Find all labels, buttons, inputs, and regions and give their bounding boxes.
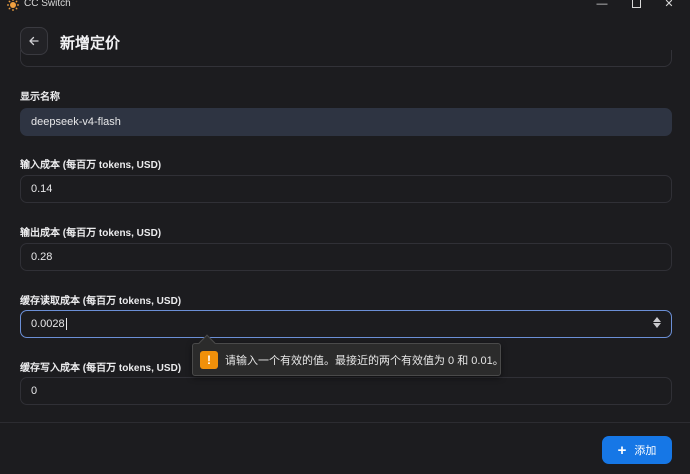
input-cost-label: 输入成本 (每百万 tokens, USD) — [20, 160, 162, 171]
minimize-button[interactable]: — — [592, 0, 612, 11]
window-title: CC Switch — [24, 0, 71, 9]
cache-read-cost-label: 缓存读取成本 (每百万 tokens, USD) — [20, 296, 182, 307]
input-cost-value: 0.14 — [31, 183, 53, 195]
warning-icon: ! — [200, 350, 218, 369]
stepper-down-icon[interactable] — [653, 323, 661, 328]
title-bar: CC Switch — ✕ — [0, 0, 690, 11]
output-cost-value: 0.28 — [31, 251, 53, 263]
display-name-label: 显示名称 — [20, 92, 60, 103]
scrolled-section-edge — [20, 50, 672, 67]
arrow-left-icon — [29, 36, 39, 46]
input-cost-input[interactable]: 0.14 — [20, 175, 672, 203]
maximize-button[interactable] — [626, 0, 646, 11]
text-caret — [65, 318, 67, 330]
close-button[interactable]: ✕ — [659, 0, 679, 11]
stepper-up-icon[interactable] — [653, 317, 661, 322]
output-cost-input[interactable]: 0.28 — [20, 243, 672, 271]
footer — [0, 423, 690, 474]
validation-tooltip: ! 请输入一个有效的值。最接近的两个有效值为 0 和 0.01。 — [192, 334, 504, 376]
cache-write-cost-label: 缓存写入成本 (每百万 tokens, USD) — [20, 363, 182, 374]
cache-write-cost-value: 0 — [31, 385, 38, 397]
plus-icon: + — [617, 441, 627, 459]
cache-read-cost-value: 0.0028 — [31, 318, 65, 330]
cache-write-cost-input[interactable]: 0 — [20, 377, 672, 405]
add-button-label: 添加 — [634, 445, 657, 457]
add-button[interactable]: + 添加 — [602, 436, 672, 464]
display-name-input[interactable]: deepseek-v4-flash — [20, 108, 672, 136]
validation-message: 请输入一个有效的值。最接近的两个有效值为 0 和 0.01。 — [225, 354, 504, 367]
output-cost-label: 输出成本 (每百万 tokens, USD) — [20, 228, 162, 239]
cache-read-cost-input[interactable]: 0.0028 — [20, 310, 672, 338]
number-stepper[interactable] — [653, 317, 661, 328]
display-name-value: deepseek-v4-flash — [31, 116, 121, 128]
app-logo-icon — [7, 0, 19, 11]
maximize-icon — [631, 0, 641, 8]
